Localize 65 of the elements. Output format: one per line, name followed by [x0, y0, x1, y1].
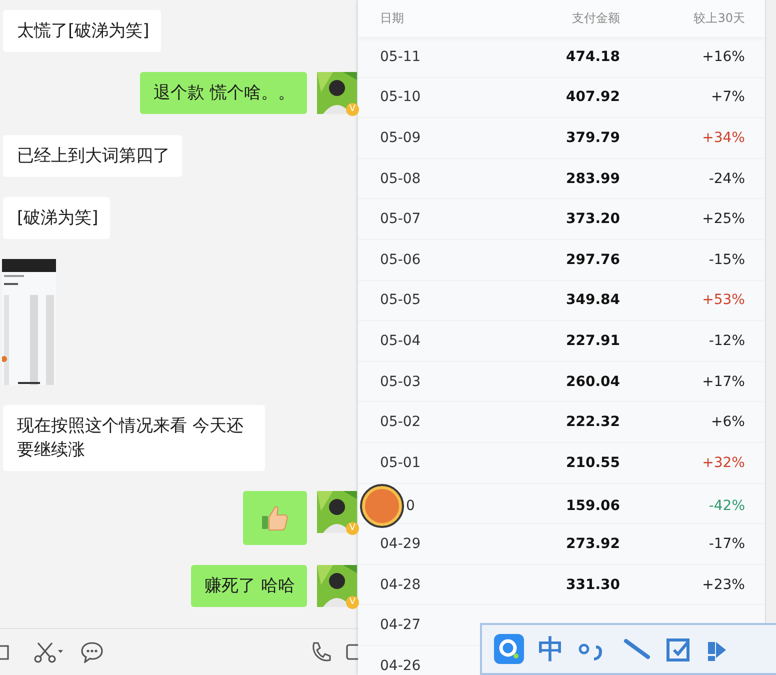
table-cell: +25% — [702, 211, 745, 228]
table-cell: +32% — [702, 454, 745, 471]
table-cell: -12% — [708, 332, 745, 349]
column-header: 日期 — [380, 10, 405, 27]
table-cell: 227.91 — [566, 332, 620, 349]
avatar[interactable]: V — [317, 72, 358, 115]
table-cell: +34% — [702, 130, 745, 146]
thumbs-up-icon — [261, 505, 289, 531]
message-bubble: [破涕为笑] — [3, 197, 110, 239]
table-cell: 283.99 — [566, 170, 620, 187]
table-cell: 273.92 — [566, 536, 620, 552]
table-cell: 05-10 — [380, 89, 421, 106]
checkbox-icon[interactable] — [666, 636, 692, 662]
table-cell: 210.55 — [566, 454, 620, 471]
message-bubble: 赚死了 哈哈 — [190, 565, 307, 607]
table-cell: +23% — [702, 576, 745, 593]
table-cell: -42% — [708, 498, 745, 514]
table-cell: 379.79 — [566, 130, 620, 146]
table-cell: -15% — [708, 252, 745, 268]
message-bubble: 太慌了[破涕为笑] — [3, 10, 162, 52]
scissors-icon[interactable] — [32, 641, 64, 663]
table-cell: 260.04 — [566, 374, 620, 390]
table-cell: 05-05 — [380, 292, 421, 308]
input-mode-toggle[interactable]: 中 — [538, 632, 564, 666]
table-cell: +53% — [702, 292, 745, 308]
table-cell: 05-07 — [380, 211, 421, 228]
message-bubble: 现在按照这个情况来看 今天还要继续涨 — [3, 405, 265, 471]
table-cell: 222.32 — [566, 414, 620, 430]
phone-icon[interactable] — [310, 641, 332, 663]
table-cell: 05-02 — [380, 414, 421, 430]
message-bubble: 退个款 慌个啥。。 — [140, 72, 307, 114]
table-cell: 04-26 — [380, 658, 421, 674]
table-cell: +16% — [702, 48, 745, 65]
input-method-logo-icon[interactable] — [494, 634, 524, 664]
table-cell: 349.84 — [566, 292, 620, 308]
mascot-icon[interactable] — [360, 484, 404, 528]
chat-icon[interactable] — [80, 641, 104, 663]
column-header: 较上30天 — [692, 10, 745, 27]
table-cell: 05-03 — [380, 374, 421, 390]
table-cell: 04-29 — [380, 536, 421, 552]
table-cell: 373.20 — [566, 211, 620, 228]
table-cell: 05-04 — [380, 332, 421, 349]
column-header: 支付金额 — [571, 10, 620, 27]
avatar[interactable]: V — [317, 491, 358, 534]
table-cell: 407.92 — [566, 89, 620, 106]
message-bubble: 已经上到大词第四了 — [3, 135, 182, 177]
table-cell: +17% — [702, 374, 745, 390]
table-cell: 297.76 — [566, 252, 620, 268]
table-cell: -24% — [708, 170, 745, 187]
table-cell: 05-11 — [380, 48, 421, 65]
video-call-icon[interactable] — [346, 643, 358, 661]
table-cell: -17% — [708, 536, 745, 552]
table-cell: +7% — [711, 89, 745, 106]
table-cell: 04-28 — [380, 576, 421, 593]
table-cell: 474.18 — [566, 48, 620, 65]
table-cell: 05-09 — [380, 130, 421, 146]
table-cell: 331.30 — [566, 576, 620, 593]
table-cell: 05-01 — [380, 454, 421, 471]
table-cell: 05-08 — [380, 170, 421, 187]
table-cell: 05-06 — [380, 252, 421, 268]
table-cell: +6% — [711, 414, 745, 430]
table-cell: 0 — [406, 498, 415, 514]
avatar[interactable]: V — [317, 565, 358, 608]
table-cell: 159.06 — [566, 498, 620, 514]
table-cell: 04-27 — [380, 617, 421, 634]
